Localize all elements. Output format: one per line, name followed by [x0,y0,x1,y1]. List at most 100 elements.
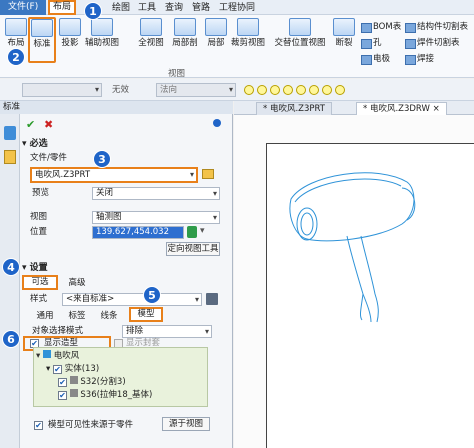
full-view-button[interactable]: 全视图 [134,18,168,48]
orient-view-tool-button[interactable]: 定向视图工具 [166,242,220,256]
crop-view-icon [237,18,259,36]
crop-view-button[interactable]: 裁剪视图 [230,18,266,48]
properties-icon[interactable] [4,126,16,140]
tab-tools[interactable]: 工具 [138,2,156,14]
subtab-labels[interactable]: 标签 [64,310,90,322]
required-section[interactable]: ▾ 必选 [22,138,48,150]
chevron-down-icon: ▾ [46,364,51,374]
standard-view-button[interactable]: 标准 [28,17,56,63]
ribbon: 布局 标准 投影 辅助视图 全视图 局部剖 局部 裁剪视图 交替位置视图 断裂 … [0,15,474,79]
position-pick-icon[interactable] [187,226,197,238]
part-icon [42,350,51,358]
solid-checkbox[interactable]: ✔ [52,365,62,374]
local-section-button[interactable]: 局部剖 [170,18,200,48]
snap-icon[interactable] [244,85,254,95]
file-part-label: 文件/零件 [30,153,67,163]
subtab-lines[interactable]: 线条 [96,310,122,322]
electrode-button[interactable]: 电极 [361,53,390,65]
tab-collaboration[interactable]: 工程协同 [219,2,255,14]
model-tree: ▾ 电吹风 ▾ ✔ 实体(13) ✔ S32(分割3) ✔ S36(拉伸18_基… [33,347,208,407]
view-group-label: 视图 [168,69,186,79]
callout-2: 2 [7,48,25,66]
preview-dropdown[interactable]: 关闭 [92,187,220,200]
file-part-dropdown[interactable]: 电吹风.Z3PRT [30,167,198,183]
menu-bar: 文件(F) 布局 绘图 工具 查询 管路 工程协同 [0,0,474,15]
bom-table-button[interactable]: BOM表 [361,21,401,33]
snap-icon[interactable] [309,85,319,95]
save-style-icon[interactable] [206,293,218,305]
tree-root[interactable]: ▾ 电吹风 [36,350,79,362]
ok-icon[interactable]: ✔ [26,118,35,131]
tree-solid[interactable]: ▾ ✔ 实体(13) [46,363,99,375]
style-label: 样式 [30,294,48,304]
doc-tab-drawing[interactable]: * 电吹风.Z3DRW × [356,102,447,115]
tree-item-s36[interactable]: ✔ S36(拉伸18_基体) [58,389,152,401]
weld-button[interactable]: 焊接 [405,53,434,65]
hair-dryer-drawing [289,172,416,323]
tab-piping[interactable]: 管路 [192,2,210,14]
callout-3: 3 [93,150,111,168]
callout-1: 1 [84,2,102,20]
file-menu[interactable]: 文件(F) [0,0,46,15]
callout-6: 6 [2,330,20,348]
style-dropdown[interactable]: <来自标准> [62,293,202,306]
tab-drawing[interactable]: 绘图 [112,2,130,14]
callout-5: 5 [143,286,161,304]
from-view-button[interactable]: 源于视图 [162,417,210,431]
cancel-icon[interactable]: ✖ [44,118,53,131]
chevron-down-icon: ▾ [36,351,41,361]
tab-advanced[interactable]: 高级 [62,277,92,289]
alternate-position-icon [289,18,311,36]
break-icon [333,18,355,36]
snap-icon[interactable] [257,85,267,95]
weld-cut-table-button[interactable]: 焊件切割表 [405,37,460,49]
layout-icon [5,18,27,36]
solid-icon [69,376,78,384]
full-view-icon [140,18,162,36]
pin-icon[interactable] [213,119,221,127]
doc-tab-part[interactable]: * 电吹风.Z3PRT [256,102,332,115]
snap-icon[interactable] [283,85,293,95]
view-dropdown[interactable]: 轴测图 [92,211,220,224]
break-button[interactable]: 断裂 [330,18,358,48]
position-input[interactable]: 139.627,454.032 [92,226,184,239]
document-tabs: * 电吹风.Z3PRT * 电吹风.Z3DRW × [234,101,474,115]
alternate-position-button[interactable]: 交替位置视图 [272,18,328,48]
snap-icon[interactable] [296,85,306,95]
detail-icon [205,18,227,36]
tab-optional[interactable]: 可选 [22,275,58,290]
settings-section[interactable]: ▾ 设置 [22,262,48,274]
subtab-model[interactable]: 模型 [129,307,163,322]
solid-icon [69,389,78,397]
layout-button[interactable]: 布局 [2,18,30,48]
position-menu-icon[interactable]: ▾ [200,226,210,238]
auxiliary-view-icon [91,18,113,36]
callout-4: 4 [2,258,20,276]
tab-query[interactable]: 查询 [165,2,183,14]
view-label: 视图 [30,212,48,222]
snap-icon[interactable] [270,85,280,95]
structure-cut-table-button[interactable]: 结构件切割表 [405,21,468,33]
tab-layout[interactable]: 布局 [48,0,76,15]
s32-checkbox[interactable]: ✔ [58,378,67,387]
detail-button[interactable]: 局部 [202,18,230,48]
toolbar: 无效 法向 [0,79,474,101]
hole-button[interactable]: 孔 [361,37,382,49]
drawing-sheet[interactable] [266,143,474,448]
filter-dropdown[interactable] [22,83,102,97]
normal-dropdown[interactable]: 法向 [156,83,236,97]
subtab-general[interactable]: 通用 [32,310,58,322]
projection-button[interactable]: 投影 [56,18,84,48]
invalid-label: 无效 [112,85,130,95]
s36-checkbox[interactable]: ✔ [58,391,67,400]
auxiliary-view-button[interactable]: 辅助视图 [84,18,120,48]
position-label: 位置 [30,227,48,237]
folder-icon[interactable] [4,150,16,164]
standard-view-icon [31,19,53,37]
snap-icon[interactable] [335,85,345,95]
preview-label: 预览 [32,188,50,198]
snap-icon[interactable] [322,85,332,95]
visible-from-part-checkbox[interactable]: ✔ [34,421,43,430]
open-file-icon[interactable] [202,169,214,179]
tree-item-s32[interactable]: ✔ S32(分割3) [58,376,126,388]
